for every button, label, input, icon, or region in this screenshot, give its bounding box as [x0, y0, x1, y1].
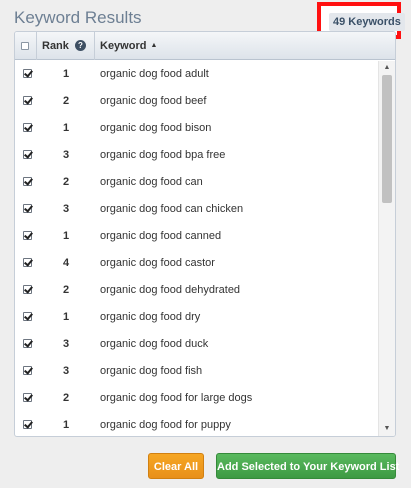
row-checkbox[interactable] — [23, 96, 32, 105]
row-checkbox[interactable] — [23, 339, 32, 348]
keyword-cell: organic dog food castor — [100, 257, 215, 269]
question-circle-icon[interactable]: ? — [74, 39, 86, 51]
table-header: Rank ? Keyword ▲ — [15, 32, 395, 60]
table-row[interactable]: 1 organic dog food for puppy — [15, 412, 379, 436]
table-row[interactable]: 1 organic dog food adult — [15, 61, 379, 88]
rank-cell: 1 — [62, 230, 70, 242]
row-checkbox[interactable] — [23, 393, 32, 402]
row-checkbox[interactable] — [23, 231, 32, 240]
keyword-count-badge: 49 Keywords — [329, 13, 405, 31]
table-row[interactable]: 3 organic dog food duck — [15, 331, 379, 358]
arrow-down-icon[interactable]: ▼ — [379, 422, 395, 436]
keyword-cell: organic dog food dry — [100, 311, 201, 323]
keyword-cell: organic dog food adult — [100, 68, 209, 80]
rank-cell: 3 — [62, 203, 70, 215]
vertical-scrollbar[interactable]: ▲ ▼ — [378, 61, 395, 436]
select-all-checkbox[interactable] — [21, 42, 29, 50]
keyword-cell: organic dog food canned — [100, 230, 222, 242]
table-row[interactable]: 3 organic dog food can chicken — [15, 196, 379, 223]
keyword-cell: organic dog food duck — [100, 338, 209, 350]
keyword-cell: organic dog food dehydrated — [100, 284, 241, 296]
table-row[interactable]: 3 organic dog food fish — [15, 358, 379, 385]
keyword-cell: organic dog food for large dogs — [100, 392, 253, 404]
rank-cell: 2 — [62, 95, 70, 107]
row-checkbox[interactable] — [23, 258, 32, 267]
arrow-up-icon[interactable]: ▲ — [379, 61, 395, 75]
rank-cell: 4 — [62, 257, 70, 269]
rank-cell: 1 — [62, 311, 70, 323]
header-select-all-cell — [15, 32, 37, 60]
table-row[interactable]: 1 organic dog food dry — [15, 304, 379, 331]
row-checkbox[interactable] — [23, 285, 32, 294]
table-row[interactable]: 4 organic dog food castor — [15, 250, 379, 277]
table-row[interactable]: 2 organic dog food for large dogs — [15, 385, 379, 412]
row-checkbox[interactable] — [23, 123, 32, 132]
keyword-column-header[interactable]: Keyword ▲ — [96, 32, 157, 60]
sort-ascending-icon: ▲ — [150, 42, 158, 50]
rank-cell: 3 — [62, 365, 70, 377]
keyword-cell: organic dog food beef — [100, 95, 207, 107]
row-checkbox[interactable] — [23, 420, 32, 429]
page-title: Keyword Results — [14, 8, 142, 27]
table-body: 1 organic dog food adult 2 organic dog foo… — [15, 61, 379, 436]
row-checkbox[interactable] — [23, 312, 32, 321]
table-row[interactable]: 3 organic dog food bpa free — [15, 142, 379, 169]
keyword-cell: organic dog food bpa free — [100, 149, 226, 161]
rank-cell: 1 — [62, 68, 70, 80]
row-checkbox[interactable] — [23, 69, 32, 78]
add-selected-button[interactable]: Add Selected to Your Keyword List — [216, 453, 399, 479]
rank-cell: 1 — [62, 419, 70, 431]
row-checkbox[interactable] — [23, 204, 32, 213]
row-checkbox[interactable] — [23, 150, 32, 159]
rank-cell: 3 — [62, 338, 70, 350]
row-checkbox[interactable] — [23, 177, 32, 186]
rank-cell: 2 — [62, 284, 70, 296]
table-row[interactable]: 2 organic dog food can — [15, 169, 379, 196]
keyword-cell: organic dog food for puppy — [100, 419, 231, 431]
table-row[interactable]: 2 organic dog food dehydrated — [15, 277, 379, 304]
rank-header-label: Rank — [42, 40, 69, 52]
keyword-cell: organic dog food can chicken — [100, 203, 244, 215]
rank-cell: 2 — [62, 392, 70, 404]
clear-all-button[interactable]: Clear All — [148, 453, 204, 479]
table-row[interactable]: 1 organic dog food bison — [15, 115, 379, 142]
keyword-cell: organic dog food fish — [100, 365, 203, 377]
table-row[interactable]: 1 organic dog food canned — [15, 223, 379, 250]
table-row[interactable]: 2 organic dog food beef — [15, 88, 379, 115]
keyword-results-table: Rank ? Keyword ▲ 1 organic dog food adult… — [14, 31, 396, 437]
rank-column-header[interactable]: Rank ? — [38, 32, 95, 60]
row-checkbox[interactable] — [23, 366, 32, 375]
scrollbar-thumb[interactable] — [382, 75, 392, 203]
rank-cell: 1 — [62, 122, 70, 134]
rank-cell: 2 — [62, 176, 70, 188]
rank-cell: 3 — [62, 149, 70, 161]
keyword-header-label: Keyword — [100, 40, 147, 52]
keyword-cell: organic dog food bison — [100, 122, 212, 134]
keyword-cell: organic dog food can — [100, 176, 203, 188]
